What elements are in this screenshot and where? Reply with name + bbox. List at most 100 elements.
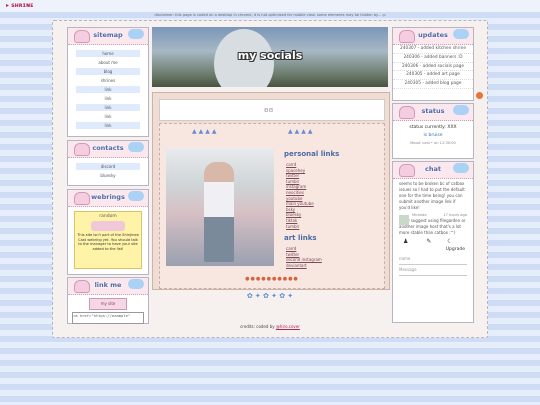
cloud-icon — [128, 29, 144, 39]
sitemap-list: home about me blog shrines link link lin… — [68, 45, 148, 134]
cat-icon — [74, 143, 90, 156]
status-line: status currently: XXX — [409, 125, 457, 130]
cat-icon — [399, 164, 415, 177]
updates-box: updates 240307 - added kitchen shrine 24… — [392, 27, 474, 101]
site-logo[interactable]: ▸ ꜱʜʀɪɴᴇ — [6, 2, 34, 9]
contacts-header: contacts — [68, 141, 148, 158]
nav-item-about[interactable]: about me — [76, 59, 140, 66]
status-header: status — [393, 104, 473, 121]
art-links-title: art links — [284, 234, 317, 242]
status-title: status — [421, 107, 445, 115]
person-figure — [204, 162, 234, 262]
reply-time: 17 hours ago — [443, 213, 467, 217]
link-second-instagram[interactable]: second instagram — [286, 257, 322, 263]
link-main-youtube[interactable]: main youtube — [286, 201, 314, 207]
webrings-box: webrings random This site isn't part of … — [67, 189, 149, 275]
updates-list: 240307 - added kitchen shrine 240306 - a… — [393, 45, 473, 89]
nav-item-link[interactable]: link — [76, 122, 140, 129]
bottom-decoration: ✿ ✦ ✿ ✦ ✿ ✦ — [246, 292, 294, 300]
sitemap-header: sitemap — [68, 28, 148, 45]
flower-icon — [476, 92, 483, 99]
sitemap-title: sitemap — [93, 31, 123, 39]
user-icon[interactable]: ♟ — [403, 238, 408, 245]
link-code-textarea[interactable]: <a href="https://example" — [72, 312, 144, 324]
chat-message: seems to be broken bc of catbox issues s… — [399, 181, 465, 210]
link-tumblr[interactable]: tumblr — [286, 224, 314, 230]
linkme-box: link me my site <a href="https://example… — [67, 277, 149, 324]
personal-links-title: personal links — [284, 150, 340, 158]
nav-item-blog[interactable]: blog — [76, 68, 140, 75]
cat-row-decoration: ▲▲▲▲ — [192, 128, 219, 135]
personal-links-list: carrd spacehey twitter tumblr instagram … — [286, 162, 314, 229]
reply-author: Miranda — [412, 213, 427, 217]
chat-reply: Miranda 17 hours ago also I suggest usin… — [393, 213, 473, 236]
link-deviantart[interactable]: deviantart — [286, 263, 322, 269]
moon-icon[interactable]: ☾ — [447, 238, 452, 245]
cat-icon — [74, 280, 90, 293]
nav-item-home[interactable]: home — [76, 50, 140, 57]
credits-author-link[interactable]: @hiro.cover — [276, 324, 300, 329]
edit-icon[interactable]: ✎ — [426, 238, 431, 245]
update-item: 240305 - added blog page — [393, 80, 473, 89]
status-time: Mood: cool • on 12:30:00 — [410, 141, 456, 145]
inner-panel: ▲▲▲▲ ▲▲▲▲ personal links carrd spacehey … — [159, 123, 385, 289]
cat-icon — [399, 30, 415, 43]
update-item: 240306 - added socials page — [393, 63, 473, 72]
cloud-icon — [453, 163, 469, 173]
credits: credits: coded by @hiro.cover — [0, 324, 540, 329]
chat-title: chat — [425, 165, 441, 173]
nav-item-link[interactable]: link — [76, 113, 140, 120]
update-item: 240305 - added art page — [393, 71, 473, 81]
message-input[interactable]: Message — [399, 267, 467, 276]
chat-icons-row: ♟ ✎ ☾ — [393, 236, 473, 247]
hero-banner: my socials — [152, 27, 388, 87]
contacts-box: contacts discord bluesky — [67, 140, 149, 186]
upgrade-link[interactable]: Upgrade — [393, 247, 473, 252]
webrings-title: webrings — [91, 193, 125, 201]
credits-prefix: credits: coded by — [240, 324, 275, 329]
updates-title: updates — [418, 31, 448, 39]
reply-text: also I suggest using filegarden or anoth… — [399, 218, 466, 235]
linkme-title: link me — [94, 281, 122, 289]
contacts-list: discord bluesky — [68, 158, 148, 184]
status-mood: is bruise — [423, 133, 443, 138]
contact-bluesky[interactable]: bluesky — [76, 172, 140, 179]
sitemap-box: sitemap home about me blog shrines link … — [67, 27, 149, 137]
webrings-header: webrings — [68, 190, 148, 207]
cat-icon — [74, 192, 90, 205]
cloud-icon — [128, 142, 144, 152]
linkme-header: link me — [68, 278, 148, 295]
status-box: status status currently: XXX is bruise M… — [392, 103, 474, 159]
cat-icon — [74, 30, 90, 43]
art-links-list: carrd twitter second instagram deviantar… — [286, 246, 322, 268]
nav-item-link[interactable]: link — [76, 95, 140, 102]
chat-box: chat seems to be broken bc of catbox iss… — [392, 161, 474, 323]
disclaimer-text: disclaimer: this page is coded on a desk… — [154, 13, 386, 17]
chat-header: chat — [393, 162, 473, 179]
main-content: ʚɞ ▲▲▲▲ ▲▲▲▲ personal links carrd spaceh… — [152, 92, 390, 290]
webring-widget: random This site isn't part of the ShinJ… — [74, 211, 142, 269]
cloud-icon — [453, 105, 469, 115]
nav-item-link[interactable]: link — [76, 104, 140, 111]
avatar — [399, 215, 409, 225]
updates-header: updates — [393, 28, 473, 45]
main-header-box: ʚɞ — [159, 99, 385, 121]
cloud-icon — [128, 279, 144, 289]
hero-title: my socials — [237, 49, 303, 62]
cat-icon — [399, 106, 415, 119]
wings-icon: ʚɞ — [264, 106, 274, 114]
webring-banner — [91, 221, 125, 231]
site-button[interactable]: my site — [89, 298, 127, 310]
webring-name[interactable]: random — [77, 214, 139, 219]
name-input[interactable]: name — [399, 256, 467, 265]
webring-text: This site isn't part of the ShinJinee Ca… — [77, 233, 139, 251]
cloud-icon — [453, 29, 469, 39]
update-item: 240307 - added kitchen shrine — [393, 45, 473, 54]
profile-photo — [166, 148, 274, 266]
cat-row-decoration: ▲▲▲▲ — [288, 128, 315, 135]
contact-discord[interactable]: discord — [76, 163, 140, 170]
nav-item-link[interactable]: link — [76, 86, 140, 93]
update-item: 240306 - added banners :D — [393, 54, 473, 63]
cloud-icon — [128, 191, 144, 201]
nav-item-shrines[interactable]: shrines — [76, 77, 140, 84]
